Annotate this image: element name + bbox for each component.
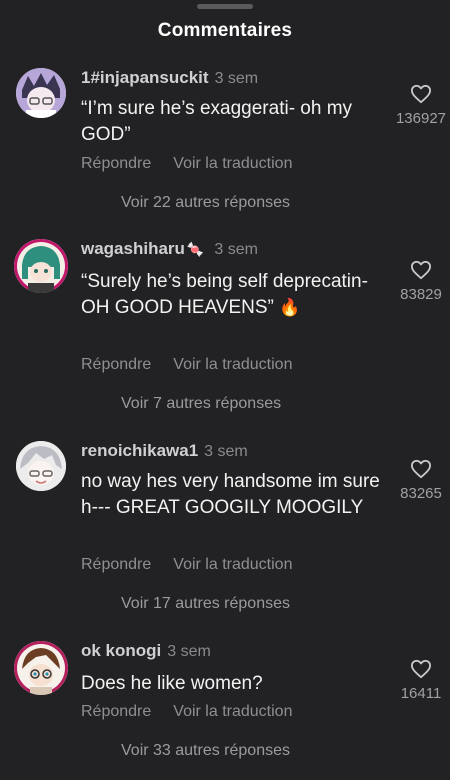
like-button[interactable]: 83265 — [386, 459, 450, 502]
like-count: 83829 — [400, 286, 442, 303]
comment-meta: wagashiharu 🍬 3 sem — [81, 239, 258, 259]
like-button[interactable]: 16411 — [386, 659, 450, 702]
comment-meta: ok konogi 3 sem — [81, 641, 211, 661]
comment-actions: Répondre Voir la traduction — [81, 155, 292, 173]
translate-button[interactable]: Voir la traduction — [173, 155, 292, 172]
reply-button[interactable]: Répondre — [81, 356, 151, 373]
timestamp: 3 sem — [167, 643, 211, 660]
heart-outline-icon — [410, 459, 431, 479]
fire-emoji-icon: 🔥 — [279, 298, 301, 317]
like-button[interactable]: 83829 — [386, 260, 450, 303]
comments-title: Commentaires — [157, 20, 293, 41]
translate-button[interactable]: Voir la traduction — [173, 703, 292, 720]
view-more-replies[interactable]: Voir 7 autres réponses — [121, 395, 281, 413]
avatar[interactable] — [14, 239, 68, 293]
username[interactable]: renoichikawa1 — [81, 441, 198, 460]
heart-outline-icon — [410, 260, 431, 280]
timestamp: 3 sem — [214, 70, 259, 87]
comment-actions: Répondre Voir la traduction — [81, 356, 292, 374]
heart-outline-icon — [410, 84, 431, 104]
comment-text-body: “Surely he’s being self deprecatin-OH GO… — [81, 271, 368, 318]
like-count: 16411 — [400, 685, 442, 702]
timestamp: 3 sem — [204, 443, 248, 460]
avatar[interactable] — [14, 641, 68, 695]
comment-text: “Surely he’s being self deprecatin-OH GO… — [81, 269, 381, 321]
username[interactable]: wagashiharu — [81, 239, 185, 258]
comment-meta: renoichikawa1 3 sem — [81, 441, 248, 461]
comment-meta: 1#injapansuckit 3 sem — [81, 68, 258, 88]
sheet-grabber-handle[interactable] — [197, 4, 253, 9]
reply-button[interactable]: Répondre — [81, 155, 151, 172]
like-count: 83265 — [400, 485, 442, 502]
comment-text: no way hes very handsome im sure h--- GR… — [81, 471, 380, 518]
username[interactable]: ok konogi — [81, 641, 161, 660]
translate-button[interactable]: Voir la traduction — [173, 356, 292, 373]
translate-button[interactable]: Voir la traduction — [173, 556, 292, 573]
reply-button[interactable]: Répondre — [81, 703, 151, 720]
timestamp: 3 sem — [214, 241, 258, 258]
comment-text: “I’m sure he’s exaggerati- oh my GOD” — [81, 98, 353, 145]
comment-actions: Répondre Voir la traduction — [81, 703, 292, 721]
view-more-replies[interactable]: Voir 33 autres réponses — [121, 742, 290, 760]
username[interactable]: 1#injapansuckit — [81, 68, 209, 87]
like-button[interactable]: 136927 — [386, 84, 450, 127]
candy-emoji-icon: 🍬 — [186, 241, 205, 257]
avatar[interactable] — [16, 68, 66, 118]
comment-text: Does he like women? — [81, 673, 263, 694]
avatar[interactable] — [16, 441, 66, 491]
view-more-replies[interactable]: Voir 17 autres réponses — [121, 595, 290, 613]
heart-outline-icon — [410, 659, 431, 679]
comment-actions: Répondre Voir la traduction — [81, 556, 292, 574]
view-more-replies[interactable]: Voir 22 autres réponses — [121, 194, 290, 212]
like-count: 136927 — [395, 110, 447, 127]
reply-button[interactable]: Répondre — [81, 556, 151, 573]
